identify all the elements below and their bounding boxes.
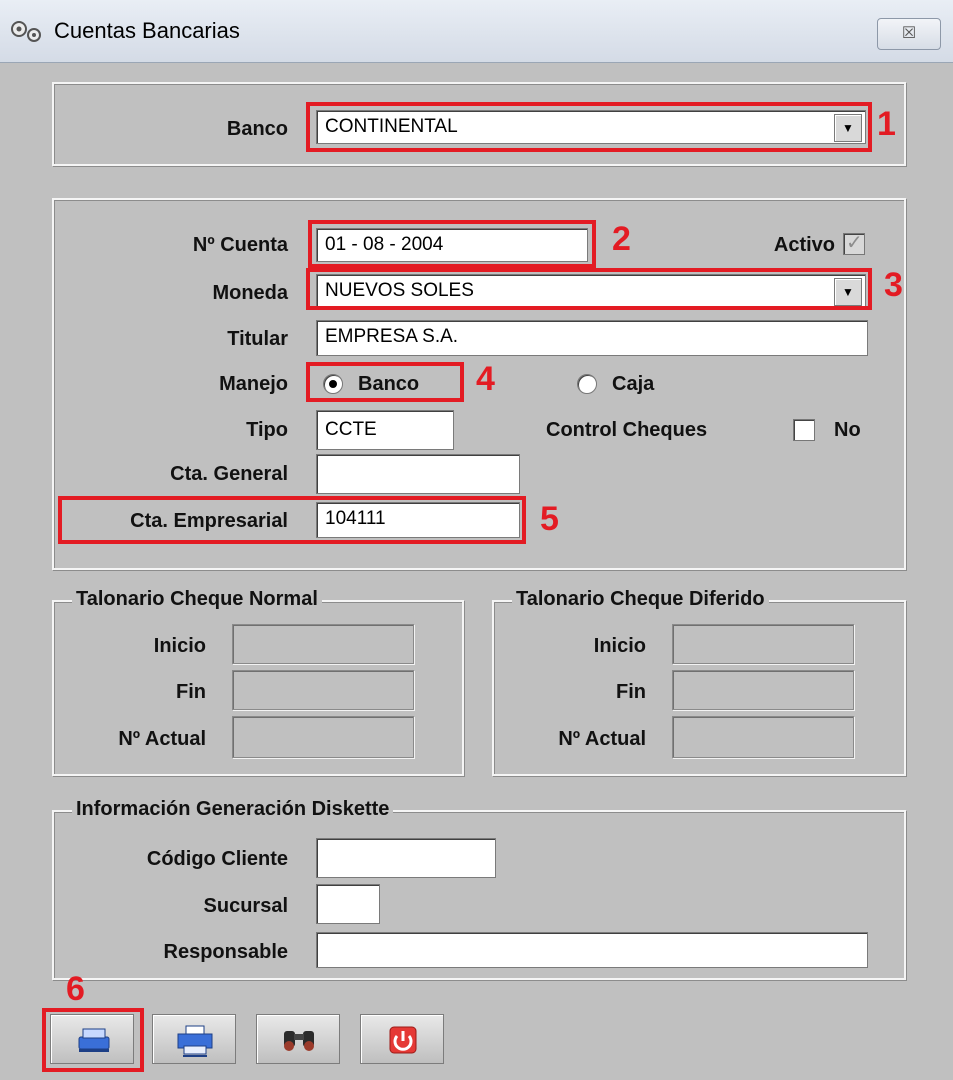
annotation-box-5	[58, 496, 526, 544]
banco-label: Banco	[226, 118, 288, 140]
titular-value: EMPRESA S.A.	[325, 326, 459, 347]
printer-icon	[177, 1025, 213, 1057]
talonario-normal-inicio-label: Inicio	[153, 635, 206, 657]
exit-button[interactable]	[360, 1014, 444, 1064]
close-icon: ☒	[901, 25, 917, 42]
responsable-input[interactable]	[316, 932, 868, 968]
search-button[interactable]	[256, 1014, 340, 1064]
annotation-marker-3: 3	[884, 266, 903, 304]
talonario-normal-actual-input[interactable]	[232, 716, 414, 758]
talonario-diferido-fin-input[interactable]	[672, 670, 854, 710]
titular-label: Titular	[227, 328, 288, 350]
activo-checkbox[interactable]: ✓	[843, 232, 865, 255]
numero-cuenta-label: Nº Cuenta	[192, 234, 288, 256]
talonario-diferido-actual-label: Nº Actual	[558, 728, 646, 750]
cta-general-label: Cta. General	[170, 463, 288, 485]
annotation-box-1	[306, 102, 872, 152]
gears-icon	[11, 21, 41, 42]
manejo-label: Manejo	[219, 373, 288, 395]
codigo-cliente-label: Código Cliente	[146, 848, 288, 870]
title-bar: Cuentas Bancarias ☒	[0, 0, 953, 63]
close-button[interactable]: ☒	[877, 18, 941, 50]
talonario-diferido-fin-label: Fin	[616, 681, 646, 703]
tipo-value: CCTE	[325, 419, 377, 440]
manejo-caja-radio[interactable]	[577, 374, 597, 394]
binoculars-icon	[284, 1031, 314, 1051]
diskette-title: Información Generación Diskette	[72, 798, 394, 821]
save-button[interactable]	[50, 1014, 134, 1064]
annotation-marker-6: 6	[66, 970, 85, 1008]
control-cheques-label: Control Cheques	[546, 419, 708, 441]
annotation-box-2	[308, 220, 596, 268]
checkmark-icon: ✓	[846, 232, 863, 254]
talonario-diferido-title: Talonario Cheque Diferido	[512, 588, 769, 611]
talonario-normal-fin-input[interactable]	[232, 670, 414, 710]
control-cheques-checkbox[interactable]	[793, 419, 815, 441]
annotation-box-3	[306, 268, 872, 310]
print-button[interactable]	[152, 1014, 236, 1064]
talonario-diferido-actual-input[interactable]	[672, 716, 854, 758]
cta-general-input[interactable]	[316, 454, 520, 494]
power-exit-icon	[389, 1026, 417, 1054]
tipo-label: Tipo	[246, 419, 288, 441]
annotation-marker-4: 4	[476, 360, 495, 398]
talonario-normal-actual-label: Nº Actual	[118, 728, 206, 750]
moneda-label: Moneda	[212, 282, 288, 304]
window-title: Cuentas Bancarias	[54, 18, 240, 43]
activo-label: Activo	[773, 234, 835, 256]
talonario-normal-title: Talonario Cheque Normal	[72, 588, 322, 611]
manejo-caja-label[interactable]: Caja	[612, 373, 654, 396]
annotation-marker-2: 2	[612, 220, 631, 258]
sucursal-input[interactable]	[316, 884, 380, 924]
talonario-diferido-inicio-label: Inicio	[593, 635, 646, 657]
talonario-normal-fin-label: Fin	[176, 681, 206, 703]
talonario-normal-inicio-input[interactable]	[232, 624, 414, 664]
tipo-input[interactable]: CCTE	[316, 410, 454, 450]
sucursal-label: Sucursal	[203, 895, 288, 917]
responsable-label: Responsable	[163, 941, 288, 963]
titular-input[interactable]: EMPRESA S.A.	[316, 320, 868, 356]
annotation-box-4	[306, 362, 464, 402]
control-cheques-value-label: No	[834, 419, 861, 441]
save-disk-icon	[78, 1028, 110, 1052]
talonario-diferido-inicio-input[interactable]	[672, 624, 854, 664]
annotation-marker-1: 1	[877, 105, 896, 143]
cuentas-bancarias-window: Cuentas Bancarias ☒ Banco CONTINENTAL ▼ …	[0, 0, 953, 1080]
codigo-cliente-input[interactable]	[316, 838, 496, 878]
annotation-marker-5: 5	[540, 500, 559, 538]
